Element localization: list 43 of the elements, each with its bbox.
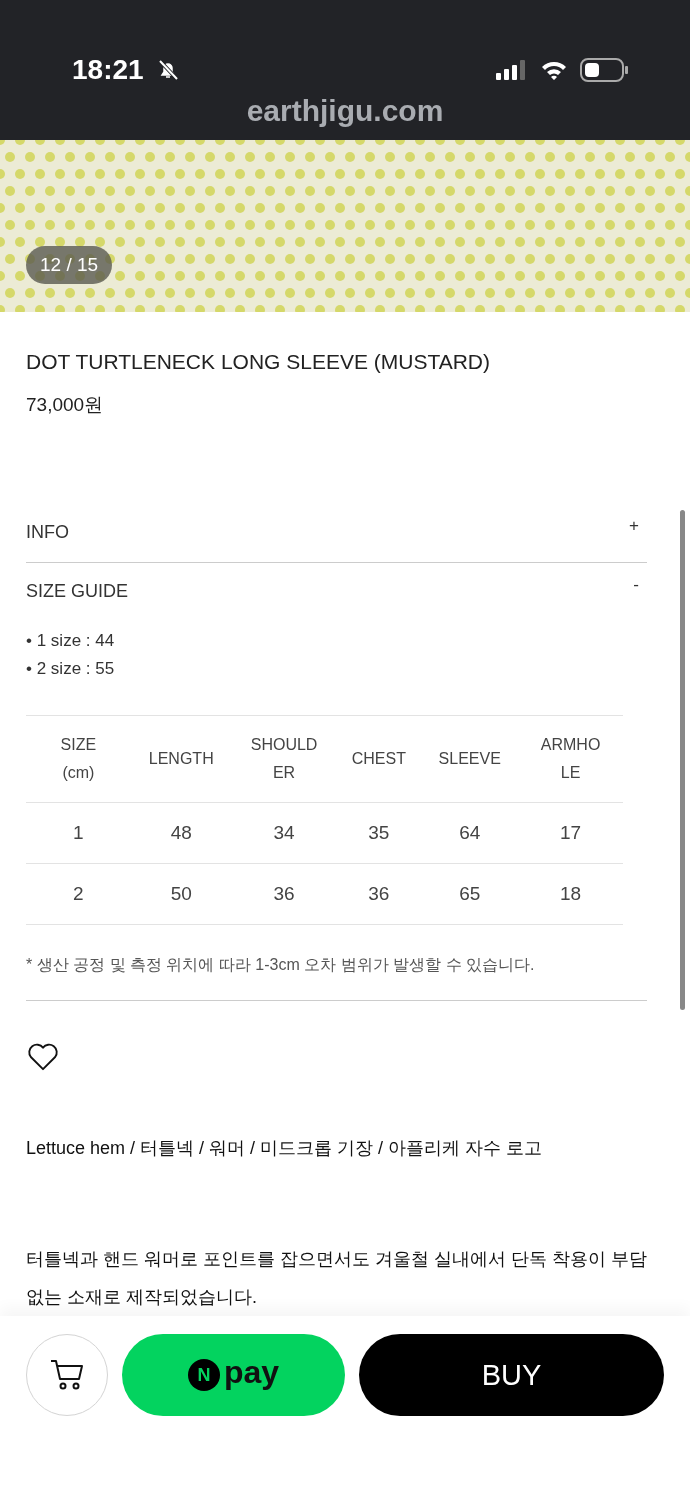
- signal-icon: [496, 60, 528, 80]
- accordion-header[interactable]: INFO +: [26, 504, 647, 563]
- table-cell: 17: [560, 822, 582, 844]
- measurement-note: * 생산 공정 및 측정 위치에 따라 1-3cm 오차 범위가 발생할 수 있습니다.: [26, 955, 536, 976]
- description-text: 터틀넥과 핸드 워머로 포인트를 잡으면서도 겨울철 실내에서 단독 착용이 부담없는 소재로 제작되었습니다.: [26, 1248, 648, 1309]
- table-cell: 50: [170, 883, 192, 905]
- table-cell: 36: [368, 883, 390, 905]
- section-title: SIZE GUIDE: [26, 581, 128, 603]
- accordion-header[interactable]: SIZE GUIDE -: [26, 563, 647, 622]
- heart-icon[interactable]: [26, 1043, 60, 1072]
- size-note: • 1 size : 44: [26, 631, 116, 652]
- product-price: 73,000원: [26, 393, 105, 417]
- site-url[interactable]: earthjigu.com: [246, 94, 444, 128]
- toggle-sign: -: [633, 575, 639, 596]
- wifi-icon: [540, 60, 568, 80]
- buy-button[interactable]: BUY: [359, 1334, 664, 1416]
- npay-label: pay: [223, 1353, 280, 1391]
- table-cell: 2: [73, 883, 84, 905]
- column-header: CHEST: [351, 749, 406, 770]
- table-cell: 48: [170, 822, 192, 844]
- feature-text: Lettuce hem / 터틀넥 / 워머 / 미드크롭 기장 / 아플리케 자수 로고: [26, 1137, 544, 1161]
- toggle-sign: +: [629, 516, 639, 537]
- cart-icon: [49, 1358, 85, 1392]
- table-cell: 35: [368, 822, 390, 844]
- column-header: SIZE (cm): [59, 735, 98, 784]
- table-cell: 36: [273, 883, 295, 905]
- image-counter: 12 / 15: [26, 246, 113, 284]
- column-header: SHOULDER: [250, 735, 318, 784]
- section-title: INFO: [26, 522, 69, 544]
- table-cell: 18: [560, 883, 582, 905]
- table-cell: 1: [73, 822, 84, 844]
- table-cell: 34: [273, 822, 295, 844]
- column-header: SLEEVE: [438, 749, 501, 770]
- table-cell: 64: [459, 822, 481, 844]
- table-cell: 65: [459, 883, 481, 905]
- column-header: ARMHOLE: [539, 735, 602, 784]
- product-title: DOT TURTLENECK LONG SLEEVE (MUSTARD): [26, 350, 492, 374]
- column-header: LENGTH: [148, 749, 214, 770]
- size-note: • 2 size : 55: [26, 659, 116, 680]
- npay-button[interactable]: N pay: [122, 1334, 345, 1416]
- status-time: 18:21: [72, 54, 144, 86]
- battery-icon: [580, 58, 628, 82]
- npay-logo-mark: N: [187, 1359, 220, 1391]
